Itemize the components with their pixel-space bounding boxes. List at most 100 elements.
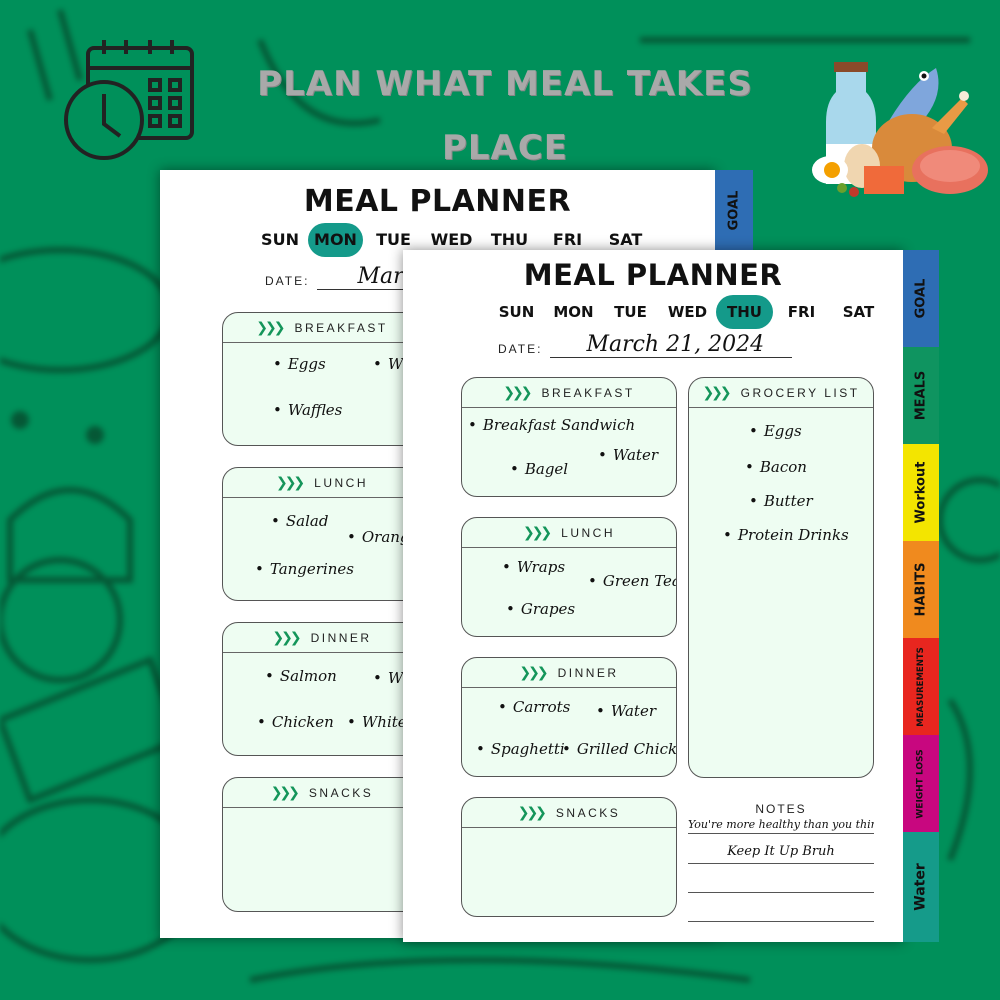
list-item: Carrots — [498, 698, 571, 716]
snacks-label: SNACKS — [308, 785, 374, 800]
chevron-icon: ❯❯❯ — [256, 319, 285, 336]
chevron-icon: ❯❯❯ — [272, 629, 301, 646]
tab-weight-loss[interactable]: WEIGHT LOSS — [903, 735, 939, 832]
date-value: March 21, 2024 — [586, 332, 765, 357]
breakfast-header: ❯❯❯ BREAKFAST — [223, 313, 421, 343]
breakfast-box: ❯❯❯ BREAKFAST Eggs W Waffles — [222, 312, 422, 446]
tab-measurements[interactable]: MEASUREMENTS — [903, 638, 939, 735]
breakfast-header: ❯❯❯ BREAKFAST — [462, 378, 676, 408]
list-item: Bacon — [745, 458, 807, 476]
notes-line[interactable]: You're more healthy than you think — [688, 816, 874, 834]
list-item: Chicken — [257, 713, 334, 731]
snacks-box: ❯❯❯ SNACKS — [461, 797, 677, 917]
tab-label: HABITS — [913, 562, 929, 617]
tab-label: WEIGHT LOSS — [916, 748, 926, 819]
tab-goal[interactable]: GOAL — [903, 250, 939, 347]
notes-line[interactable] — [688, 864, 874, 893]
list-item: Bagel — [510, 460, 568, 478]
tab-goal-back[interactable]: GOAL — [715, 170, 753, 250]
calendar-clock-icon — [64, 40, 194, 160]
list-item: Protein Drinks — [723, 526, 849, 544]
front-page: MEAL PLANNER SUN MON TUE WED THU FRI SAT… — [403, 250, 903, 942]
notes-label: NOTES — [755, 802, 807, 816]
day-mon[interactable]: MON — [545, 295, 602, 329]
day-sun[interactable]: SUN — [255, 223, 305, 257]
notes-line[interactable] — [688, 893, 874, 922]
dinner-label: DINNER — [310, 630, 372, 645]
food-illustration-icon — [812, 62, 988, 197]
date-value: Mar — [357, 264, 404, 289]
chevron-icon: ❯❯❯ — [519, 664, 548, 681]
list-item: Salmon — [265, 667, 337, 685]
dinner-label: DINNER — [557, 665, 619, 680]
list-item: Eggs — [749, 422, 802, 440]
breakfast-box: ❯❯❯ BREAKFAST Breakfast Sandwich Water Ba… — [461, 377, 677, 497]
dinner-box: ❯❯❯ DINNER Carrots Water Spaghetti Grille… — [461, 657, 677, 777]
day-mon[interactable]: MON — [308, 223, 363, 257]
grocery-list-box: ❯❯❯ GROCERY LIST Eggs Bacon Butter Protei… — [688, 377, 874, 778]
tab-meals[interactable]: MEALS — [903, 347, 939, 444]
snacks-label: SNACKS — [555, 805, 621, 820]
list-item: Tangerines — [255, 560, 354, 578]
snacks-header: ❯❯❯ SNACKS — [223, 778, 421, 808]
page-title: MEAL PLANNER — [303, 184, 572, 219]
day-selector: SUN MON TUE WED THU FRI SAT — [488, 295, 887, 329]
chevron-icon: ❯❯❯ — [270, 784, 300, 801]
chevron-icon: ❯❯❯ — [275, 474, 305, 491]
day-tue[interactable]: TUE — [602, 295, 659, 329]
chevron-icon: ❯❯❯ — [503, 384, 532, 401]
grocery-header: ❯❯❯ GROCERY LIST — [689, 378, 873, 408]
list-item: Water — [598, 446, 658, 464]
list-item: Breakfast Sandwich — [468, 416, 635, 434]
snacks-header: ❯❯❯ SNACKS — [462, 798, 676, 828]
breakfast-label: BREAKFAST — [294, 320, 388, 335]
day-wed[interactable]: WED — [659, 295, 716, 329]
dinner-header: ❯❯❯ DINNER — [223, 623, 421, 653]
list-item: Grapes — [506, 600, 575, 618]
list-item: Water — [596, 702, 656, 720]
tab-water[interactable]: Water — [903, 832, 939, 942]
list-item: Salad — [271, 512, 329, 530]
day-sat[interactable]: SAT — [830, 295, 887, 329]
date-label: DATE: — [265, 274, 310, 288]
tab-label: Workout — [913, 461, 929, 524]
chevron-icon: ❯❯❯ — [522, 524, 552, 541]
tab-label: MEALS — [913, 370, 929, 421]
lunch-label: LUNCH — [561, 525, 616, 540]
lunch-header: ❯❯❯ LUNCH — [462, 518, 676, 548]
lunch-header: ❯❯❯ LUNCH — [223, 468, 421, 498]
date-row: DATE: March 21, 2024 — [498, 330, 793, 358]
notes-line[interactable]: Keep It Up Bruh — [688, 834, 874, 864]
dinner-box: ❯❯❯ DINNER Salmon W Chicken White — [222, 622, 422, 756]
list-item: Orang — [347, 528, 410, 546]
list-item: White — [347, 713, 407, 731]
lunch-box: ❯❯❯ LUNCH Salad Orang Tangerines — [222, 467, 422, 601]
day-thu[interactable]: THU — [716, 295, 773, 329]
date-field[interactable]: March 21, 2024 — [550, 330, 793, 358]
list-item: Eggs — [273, 355, 326, 373]
tab-label: GOAL — [913, 278, 929, 319]
dinner-header: ❯❯❯ DINNER — [462, 658, 676, 688]
chevron-icon: ❯❯❯ — [702, 384, 731, 401]
date-label: DATE: — [498, 342, 543, 356]
list-item: Green Tea — [588, 572, 676, 590]
tab-label: MEASUREMENTS — [916, 646, 926, 727]
notes-section: NOTES You're more healthy than you think… — [688, 802, 874, 922]
list-item: W — [373, 669, 403, 687]
chevron-icon: ❯❯❯ — [517, 804, 547, 821]
list-item: Spaghetti — [476, 740, 565, 758]
tab-habits[interactable]: HABITS — [903, 541, 939, 638]
breakfast-label: BREAKFAST — [541, 385, 635, 400]
list-item: W — [373, 355, 403, 373]
page-title: MEAL PLANNER — [523, 258, 783, 292]
grocery-label: GROCERY LIST — [740, 385, 860, 400]
day-fri[interactable]: FRI — [773, 295, 830, 329]
list-item: Butter — [749, 492, 813, 510]
tab-label: Water — [913, 863, 930, 911]
list-item: Grilled Chicken — [562, 740, 676, 758]
day-sun[interactable]: SUN — [488, 295, 545, 329]
tab-workout[interactable]: Workout — [903, 444, 939, 541]
lunch-label: LUNCH — [314, 475, 369, 490]
tab-label: GOAL — [726, 190, 742, 230]
headline-line-1: PLAN WHAT MEAL TAKES PLACE — [257, 64, 753, 168]
